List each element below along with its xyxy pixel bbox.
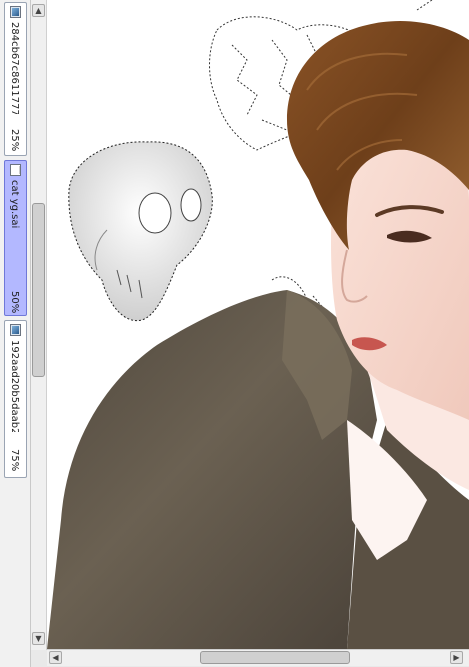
painting-canvas[interactable] — [47, 0, 469, 649]
document-tab-1[interactable]: 284cb67c8611777... 25% — [4, 2, 27, 156]
tab-filename: 192aad20b5daab2... — [9, 340, 20, 432]
tab-zoom-level: 25% — [9, 129, 20, 152]
image-file-icon — [10, 324, 21, 336]
tab-zoom-level: 50% — [9, 291, 20, 314]
image-file-icon — [10, 6, 21, 18]
arrow-down-icon: ▼ — [35, 634, 42, 643]
arrow-left-icon: ◀ — [52, 653, 59, 662]
vertical-scroll-thumb[interactable] — [32, 203, 45, 377]
vertical-scrollbar[interactable]: ▲ ▼ — [31, 0, 47, 650]
scroll-down-button[interactable]: ▼ — [32, 632, 45, 645]
scroll-right-button[interactable]: ▶ — [450, 651, 463, 664]
scroll-left-button[interactable]: ◀ — [49, 651, 62, 664]
horizontal-scrollbar[interactable]: ◀ ▶ — [47, 649, 469, 666]
tab-filename: 284cb67c8611777... — [9, 22, 20, 114]
document-tab-3[interactable]: 192aad20b5daab2... 75% — [4, 320, 27, 478]
tab-filename: cat yg.sai — [9, 180, 20, 229]
document-tab-strip: 284cb67c8611777... 25% cat yg.sai 50% 19… — [0, 0, 31, 667]
tab-zoom-level: 75% — [9, 449, 20, 472]
arrow-right-icon: ▶ — [453, 653, 460, 662]
artwork — [47, 0, 469, 649]
scroll-up-button[interactable]: ▲ — [32, 4, 45, 17]
arrow-up-icon: ▲ — [35, 6, 42, 15]
blank-file-icon — [10, 164, 21, 176]
cat-skull-illustration — [68, 141, 213, 322]
horizontal-scroll-thumb[interactable] — [200, 651, 350, 664]
document-tab-2[interactable]: cat yg.sai 50% — [4, 160, 27, 316]
